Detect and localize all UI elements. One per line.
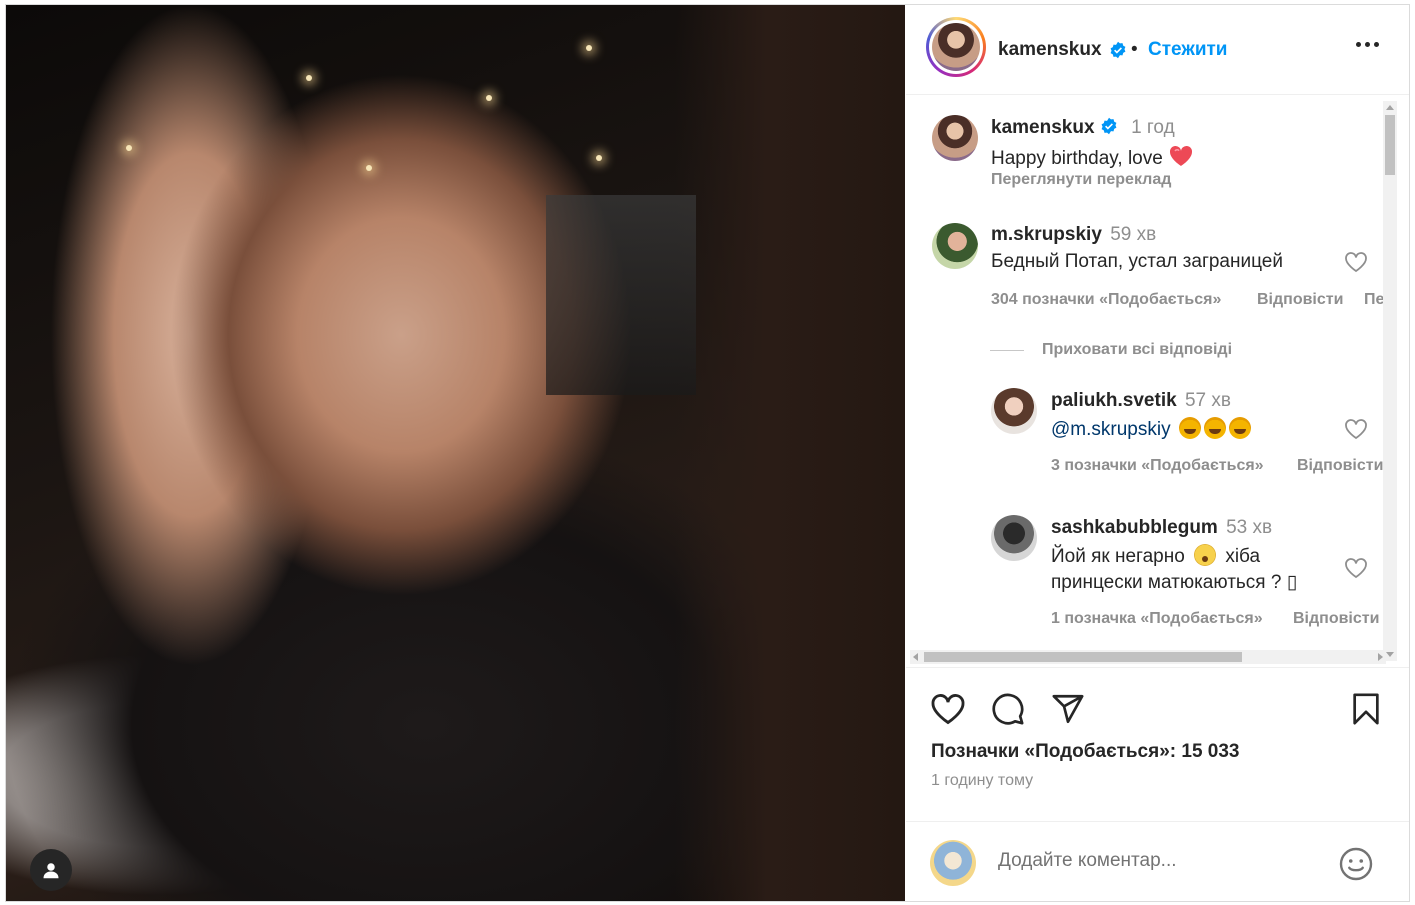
- reply-likes-count[interactable]: 1 позначка «Подобається»: [1051, 610, 1263, 628]
- photo-light: [586, 45, 592, 51]
- add-comment-input[interactable]: Додайте коментар...: [998, 850, 1177, 872]
- verified-badge-icon: [1101, 117, 1117, 135]
- scroll-up-arrow-icon[interactable]: [1386, 105, 1394, 110]
- follow-button[interactable]: Стежити: [1148, 39, 1227, 61]
- like-heart-icon[interactable]: [930, 692, 966, 726]
- reply-text: Йой як негарно: [1051, 546, 1185, 567]
- separator-dot: •: [1131, 39, 1138, 60]
- reply-likes-count[interactable]: 3 позначки «Подобається»: [1051, 457, 1264, 475]
- more-dot-icon: [1374, 42, 1379, 47]
- caption-avatar[interactable]: [932, 115, 978, 161]
- caption-header: kamenskux 1 год: [991, 117, 1175, 139]
- red-heart-emoji-icon: [1170, 145, 1193, 166]
- vertical-scrollbar[interactable]: [1383, 101, 1397, 661]
- reply-text: хіба: [1225, 546, 1261, 567]
- reply-text-row: @m.skrupskiy: [1051, 417, 1251, 441]
- reply-username[interactable]: sashkabubblegum: [1051, 517, 1218, 538]
- reply-reply-button[interactable]: Відповісти: [1297, 457, 1383, 475]
- comment-like-heart-icon[interactable]: [1344, 251, 1368, 273]
- scrollbar-thumb[interactable]: [924, 652, 1242, 662]
- flushed-emoji-icon: [1194, 544, 1217, 566]
- photo-light: [306, 75, 312, 81]
- comment-header: m.skrupskiy 59 хв: [991, 224, 1156, 246]
- emoji-picker-icon[interactable]: [1338, 846, 1374, 882]
- hide-replies-button[interactable]: Приховати всі відповіді: [1042, 341, 1232, 359]
- scroll-left-arrow-icon[interactable]: [913, 653, 918, 661]
- scroll-down-arrow-icon[interactable]: [1386, 652, 1394, 657]
- caption-time[interactable]: 1 год: [1131, 117, 1175, 138]
- laughing-emoji-icon: [1203, 417, 1226, 439]
- reply-time[interactable]: 53 хв: [1226, 517, 1272, 538]
- comment-time[interactable]: 59 хв: [1110, 224, 1156, 245]
- reply-header: paliukh.svetik 57 хв: [1051, 390, 1231, 412]
- post-side-panel: kamenskux • Стежити kamenskux 1 год Happ…: [906, 5, 1409, 901]
- comment-reply-button[interactable]: Відповісти: [1257, 291, 1343, 309]
- more-options-button[interactable]: [1356, 42, 1379, 47]
- comment-username[interactable]: m.skrupskiy: [991, 224, 1102, 245]
- caption-username[interactable]: kamenskux: [991, 117, 1095, 138]
- reply-header: sashkabubblegum 53 хв: [1051, 517, 1272, 539]
- reply-like-heart-icon[interactable]: [1344, 557, 1368, 579]
- reply-avatar[interactable]: [991, 515, 1037, 561]
- more-dot-icon: [1365, 42, 1370, 47]
- story-ring[interactable]: [926, 17, 986, 77]
- photo-background-wall: [675, 5, 905, 901]
- comment-avatar[interactable]: [932, 223, 978, 269]
- reply-text-line: Йой як негарно хіба: [1051, 544, 1260, 568]
- reply-username[interactable]: paliukh.svetik: [1051, 390, 1177, 411]
- tagged-users-button[interactable]: [30, 849, 72, 891]
- caption-text: Happy birthday, love: [991, 148, 1163, 169]
- comment-likes-count[interactable]: 304 позначки «Подобається»: [991, 291, 1221, 309]
- share-paper-plane-icon[interactable]: [1050, 692, 1086, 726]
- scroll-right-arrow-icon[interactable]: [1378, 653, 1383, 661]
- current-user-avatar: [930, 840, 976, 886]
- comment-bubble-icon[interactable]: [990, 692, 1026, 726]
- add-comment-bar: Додайте коментар...: [906, 821, 1409, 903]
- likes-count[interactable]: Позначки «Подобається»: 15 033: [931, 741, 1240, 763]
- caption-text-row: Happy birthday, love: [991, 145, 1194, 170]
- user-icon: [43, 863, 59, 879]
- reply-text: принцески матюкаються ? ▯: [1051, 572, 1298, 593]
- reply-time[interactable]: 57 хв: [1185, 390, 1231, 411]
- scrollbar-thumb[interactable]: [1385, 115, 1395, 175]
- reply-reply-button[interactable]: Відповісти: [1293, 610, 1379, 628]
- save-bookmark-icon[interactable]: [1349, 692, 1383, 726]
- laughing-emoji-icon: [1178, 417, 1201, 439]
- reply-mention-link[interactable]: @m.skrupskiy: [1051, 419, 1171, 440]
- post-time-ago[interactable]: 1 годину тому: [931, 772, 1033, 790]
- photo-light: [486, 95, 492, 101]
- comment-text: Бедный Потап, устал заграницей: [991, 251, 1283, 272]
- post-header: kamenskux • Стежити: [906, 5, 1409, 95]
- header-username[interactable]: kamenskux: [998, 39, 1102, 61]
- photo-light: [366, 165, 372, 171]
- post-actions: Позначки «Подобається»: 15 033 1 годину …: [906, 667, 1409, 902]
- photo-light: [126, 145, 132, 151]
- replies-divider-line: [990, 350, 1024, 351]
- photo-background-building: [546, 195, 696, 395]
- avatar: [932, 23, 980, 71]
- laughing-emoji-icon: [1228, 417, 1251, 439]
- reply-like-heart-icon[interactable]: [1344, 418, 1368, 440]
- verified-badge-icon: [1110, 41, 1126, 59]
- reply-avatar[interactable]: [991, 388, 1037, 434]
- photo-light: [596, 155, 602, 161]
- post-photo[interactable]: [6, 5, 905, 901]
- see-translation-link[interactable]: Переглянути переклад: [991, 171, 1171, 189]
- more-dot-icon: [1356, 42, 1361, 47]
- comments-list[interactable]: kamenskux 1 год Happy birthday, love Пер…: [906, 95, 1409, 665]
- horizontal-scrollbar[interactable]: [910, 650, 1386, 664]
